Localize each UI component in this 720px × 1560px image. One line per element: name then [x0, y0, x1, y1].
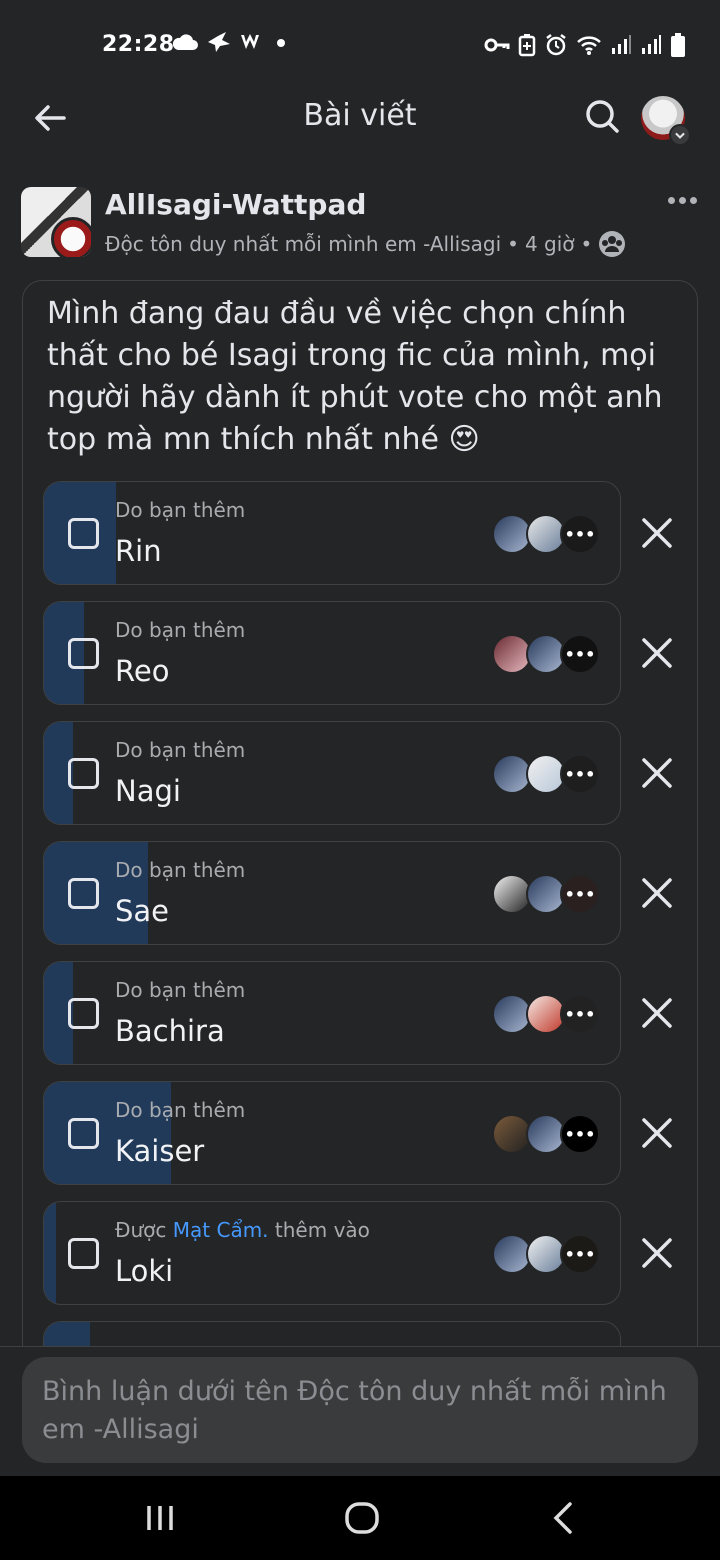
poll-option[interactable]: Do bạn thêm Sae •••: [43, 841, 621, 945]
battery-icon: [671, 33, 685, 57]
status-left-icons: [172, 30, 288, 54]
battery-saver-icon: [518, 34, 536, 57]
poll-option[interactable]: Do bạn thêm Kaiser •••: [43, 1081, 621, 1185]
option-label: Kaiser: [115, 1134, 205, 1168]
more-voters-avatar: •••: [560, 994, 600, 1034]
status-time: 22:28: [102, 32, 175, 57]
voter-avatars[interactable]: •••: [492, 994, 602, 1036]
remove-option-icon[interactable]: [639, 1115, 675, 1151]
added-by-suffix: thêm vào: [274, 1218, 370, 1242]
more-voters-avatar: •••: [560, 514, 600, 554]
option-label: Rin: [115, 534, 162, 568]
option-added-by: Do bạn thêm: [115, 1098, 246, 1122]
option-added-by: Được Mạt Cẩm. thêm vào: [115, 1218, 370, 1242]
option-added-by: Do bạn thêm: [115, 618, 246, 642]
poll-option[interactable]: Do bạn thêm Bachira •••: [43, 961, 621, 1065]
more-voters-avatar: •••: [560, 1234, 600, 1274]
system-nav-bar: [0, 1476, 720, 1560]
vote-checkbox[interactable]: [68, 518, 99, 549]
remove-option-icon[interactable]: [639, 875, 675, 911]
remove-option-icon[interactable]: [639, 995, 675, 1031]
back-icon[interactable]: [544, 1498, 584, 1538]
vote-share-bar: [44, 1202, 56, 1304]
meta-separator: •: [580, 232, 593, 256]
status-bar: 22:28: [0, 0, 720, 92]
more-options-icon[interactable]: [668, 190, 704, 210]
vote-checkbox[interactable]: [68, 758, 99, 789]
signal-icon: [642, 35, 661, 54]
author-name[interactable]: Độc tôn duy nhất mỗi mình em -Allisagi: [105, 232, 501, 256]
option-added-by: Do bạn thêm: [115, 738, 246, 762]
comment-bar: Bình luận dưới tên Độc tôn duy nhất mỗi …: [0, 1346, 720, 1476]
signal-icon: [612, 35, 631, 54]
poll-option[interactable]: Do bạn thêm Rin •••: [43, 481, 621, 585]
recents-icon[interactable]: [140, 1498, 180, 1538]
dot-icon: [277, 39, 285, 47]
more-voters-avatar: •••: [560, 874, 600, 914]
option-label: Nagi: [115, 774, 181, 808]
voter-avatars[interactable]: •••: [492, 634, 602, 676]
vote-checkbox[interactable]: [68, 878, 99, 909]
remove-option-icon[interactable]: [639, 1235, 675, 1271]
group-avatar[interactable]: [21, 187, 91, 257]
more-voters-avatar: •••: [560, 634, 600, 674]
voter-avatars[interactable]: •••: [492, 874, 602, 916]
option-added-by: Do bạn thêm: [115, 498, 246, 522]
post-header: AllIsagi-Wattpad Độc tôn duy nhất mỗi mì…: [0, 184, 720, 264]
poll-option[interactable]: Do bạn thêm Nagi •••: [43, 721, 621, 825]
home-icon[interactable]: [342, 1498, 382, 1538]
option-label: Sae: [115, 894, 170, 928]
top-app-bar: Bài viết: [0, 92, 720, 172]
remove-option-icon[interactable]: [639, 635, 675, 671]
key-icon: [484, 38, 510, 52]
remove-option-icon[interactable]: [639, 515, 675, 551]
poll-option[interactable]: Do bạn thêm Reo •••: [43, 601, 621, 705]
vote-checkbox[interactable]: [68, 998, 99, 1029]
status-right-icons: [484, 32, 686, 58]
added-by-prefix: Được: [115, 1218, 167, 1242]
chevron-down-icon: [669, 124, 691, 146]
more-voters-avatar: •••: [560, 1114, 600, 1154]
w-icon: [241, 34, 259, 49]
option-label: Bachira: [115, 1014, 225, 1048]
vote-checkbox[interactable]: [68, 1238, 99, 1269]
bird-icon: [208, 32, 230, 52]
more-voters-avatar: •••: [560, 754, 600, 794]
author-avatar[interactable]: [51, 217, 91, 257]
voter-avatars[interactable]: •••: [492, 514, 602, 556]
group-name[interactable]: AllIsagi-Wattpad: [105, 188, 366, 221]
poll-card: Mình đang đau đầu về việc chọn chính thấ…: [22, 280, 698, 1380]
group-privacy-icon: [599, 231, 626, 257]
option-label: Reo: [115, 654, 170, 688]
voter-avatars[interactable]: •••: [492, 1234, 602, 1276]
alarm-icon: [546, 34, 566, 56]
search-icon[interactable]: [582, 96, 622, 136]
poll-option[interactable]: Được Mạt Cẩm. thêm vào Loki •••: [43, 1201, 621, 1305]
vote-checkbox[interactable]: [68, 638, 99, 669]
post-time[interactable]: 4 giờ: [525, 232, 575, 256]
voter-avatars[interactable]: •••: [492, 754, 602, 796]
remove-option-icon[interactable]: [639, 755, 675, 791]
vote-checkbox[interactable]: [68, 1118, 99, 1149]
option-added-by: Do bạn thêm: [115, 978, 246, 1002]
added-by-user-link[interactable]: Mạt Cẩm.: [173, 1218, 269, 1242]
comment-input[interactable]: Bình luận dưới tên Độc tôn duy nhất mỗi …: [22, 1357, 698, 1463]
option-added-by: Do bạn thêm: [115, 858, 246, 882]
option-label: Loki: [115, 1254, 174, 1288]
post-meta: Độc tôn duy nhất mỗi mình em -Allisagi •…: [105, 230, 626, 258]
profile-avatar[interactable]: [641, 96, 691, 146]
meta-separator: •: [507, 232, 519, 256]
wifi-icon: [577, 36, 601, 55]
poll-question: Mình đang đau đầu về việc chọn chính thấ…: [47, 296, 663, 457]
voter-avatars[interactable]: •••: [492, 1114, 602, 1156]
cloud-icon: [172, 34, 198, 50]
